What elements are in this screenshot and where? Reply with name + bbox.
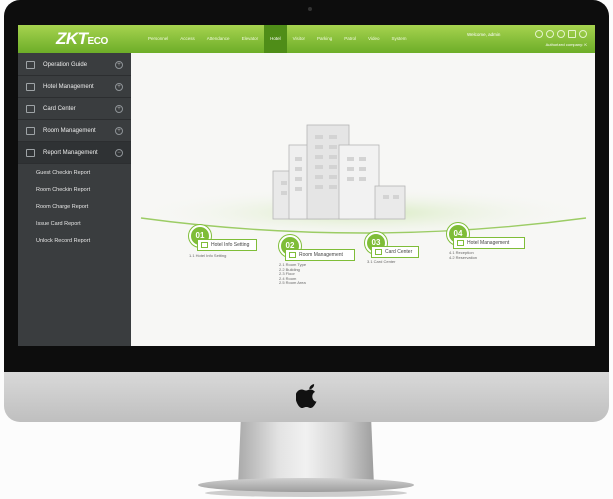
help-icon[interactable] (557, 30, 565, 38)
operation-guide-panel: 01 Hotel Info Setting 1.1 Hotel Info Setti… (131, 53, 595, 346)
app-screen: ZKTECO Personnel Access Attendance Elevator… (18, 25, 595, 346)
expand-icon[interactable]: + (115, 61, 123, 69)
sidebar-subitem-room-checkin-report[interactable]: Room Checkin Report (18, 182, 131, 199)
step-icon (457, 240, 464, 246)
user-greeting[interactable]: Welcome, admin (467, 32, 500, 37)
step-sublist: 4.1 Reception 4.2 Reservation (449, 250, 477, 261)
collapse-icon[interactable]: − (115, 149, 123, 157)
sidebar-subitem-label: Room Charge Report (36, 204, 89, 210)
top-bar: ZKTECO Personnel Access Attendance Elevator… (18, 25, 595, 53)
sidebar-subitem-room-charge-report[interactable]: Room Charge Report (18, 199, 131, 216)
monitor-stand-foot (198, 478, 414, 492)
building-icon (272, 124, 406, 220)
sidebar-item-label: Room Management (43, 128, 96, 134)
guide-illustration (133, 124, 593, 239)
report-icon (26, 149, 35, 157)
sidebar-subitem-issue-card-report[interactable]: Issue Card Report (18, 216, 131, 233)
step-icon (375, 249, 382, 255)
step-subitem[interactable]: 2.5 Room Area (279, 281, 306, 286)
compass-icon (26, 61, 35, 69)
step-sublist: 2.1 Room Type 2.2 Building 2.3 Floor 2.4 Ro… (279, 262, 306, 286)
nav-item-system[interactable]: System (385, 25, 412, 53)
nav-item-visitor[interactable]: Visitor (287, 25, 311, 53)
step-sublist: 1.1 Hotel Info Setting (189, 253, 226, 259)
sidebar-item-report-management[interactable]: Report Management − (18, 142, 131, 164)
hotel-icon (26, 83, 35, 91)
nav-item-attendance[interactable]: Attendance (201, 25, 236, 53)
step-subitem[interactable]: 4.2 Reservation (449, 255, 477, 261)
sidebar-item-label: Card Center (43, 106, 76, 112)
nav-item-video[interactable]: Video (362, 25, 385, 53)
logo-main: ZKT (56, 29, 88, 48)
expand-icon[interactable]: + (115, 105, 123, 113)
step-link-4[interactable]: Hotel Management (453, 237, 525, 249)
logo-sub: ECO (87, 36, 109, 47)
step-title: Room Management (299, 252, 343, 258)
sidebar-subitem-label: Issue Card Report (36, 221, 81, 227)
step-link-3[interactable]: Card Center (371, 246, 419, 258)
sidebar-item-label: Hotel Management (43, 84, 94, 90)
sidebar-item-label: Report Management (43, 150, 98, 156)
room-icon (26, 127, 35, 135)
top-nav: Personnel Access Attendance Elevator Hotel Vi… (142, 25, 413, 53)
settings-icon[interactable] (568, 30, 576, 38)
sidebar-subitem-label: Unlock Record Report (36, 238, 91, 244)
sidebar-subitem-label: Room Checkin Report (36, 187, 91, 193)
sidebar-item-room-management[interactable]: Room Management + (18, 120, 131, 142)
step-title: Hotel Management (467, 240, 510, 246)
step-title: Hotel Info Setting (211, 242, 250, 248)
step-subitem[interactable]: 3.1 Card Center (367, 259, 395, 265)
step-link-1[interactable]: Hotel Info Setting (197, 239, 257, 251)
camera-dot (308, 7, 312, 11)
sidebar-subitem-guest-checkin-report[interactable]: Guest Checkin Report (18, 165, 131, 182)
user-icon[interactable] (546, 30, 554, 38)
expand-icon[interactable]: + (115, 83, 123, 91)
step-subitem[interactable]: 1.1 Hotel Info Setting (189, 253, 226, 259)
step-title: Card Center (385, 249, 413, 255)
nav-item-personnel[interactable]: Personnel (142, 25, 174, 53)
sidebar-item-label: Operation Guide (43, 62, 88, 68)
sidebar-item-card-center[interactable]: Card Center + (18, 98, 131, 120)
step-sublist: 3.1 Card Center (367, 259, 395, 265)
monitor-chin (4, 372, 609, 422)
logout-icon[interactable] (579, 30, 587, 38)
step-icon (201, 242, 208, 248)
home-icon[interactable] (535, 30, 543, 38)
sidebar-subitem-unlock-record-report[interactable]: Unlock Record Report (18, 233, 131, 250)
nav-item-patrol[interactable]: Patrol (338, 25, 362, 53)
apple-logo (296, 384, 317, 408)
nav-item-parking[interactable]: Parking (311, 25, 338, 53)
sidebar: Operation Guide + Hotel Management + Card Ce… (18, 53, 131, 346)
brand-logo: ZKTECO (56, 29, 108, 49)
step-link-2[interactable]: Room Management (285, 249, 355, 261)
expand-icon[interactable]: + (115, 127, 123, 135)
card-icon (26, 105, 35, 113)
step-icon (289, 252, 296, 258)
monitor-stand-neck (238, 422, 374, 486)
nav-item-elevator[interactable]: Elevator (236, 25, 265, 53)
sidebar-item-hotel-management[interactable]: Hotel Management + (18, 76, 131, 98)
nav-item-access[interactable]: Access (174, 25, 201, 53)
sidebar-item-operation-guide[interactable]: Operation Guide + (18, 54, 131, 76)
authorized-company: Authorized company: K (545, 42, 587, 47)
user-area: Welcome, admin Authorized company: K (467, 28, 587, 50)
top-icons (535, 30, 587, 38)
sidebar-subitem-label: Guest Checkin Report (36, 170, 91, 176)
nav-item-hotel[interactable]: Hotel (264, 25, 287, 53)
